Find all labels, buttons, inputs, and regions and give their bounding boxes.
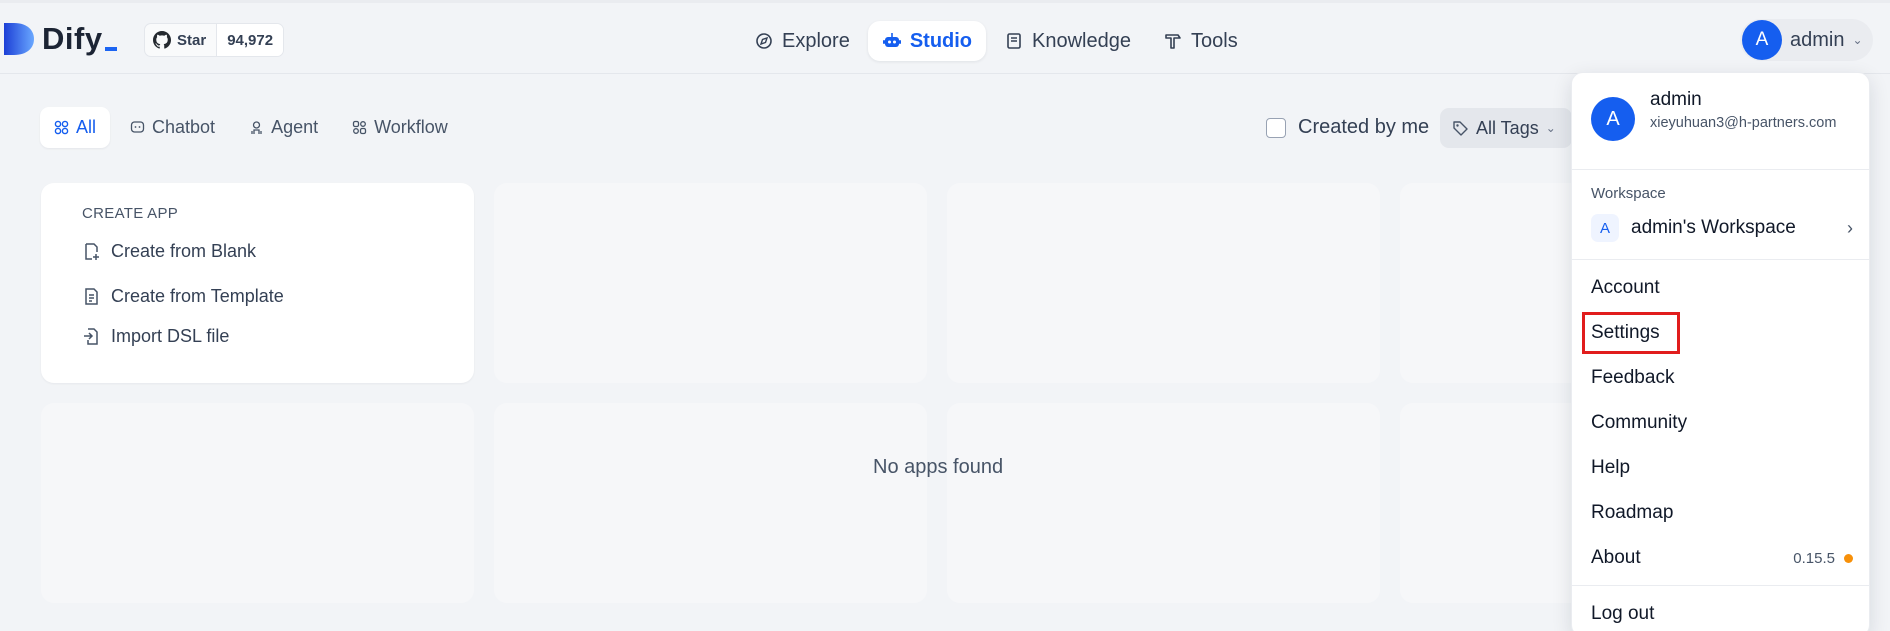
menu-item-account[interactable]: Account (1591, 270, 1853, 306)
workspace-switcher[interactable]: A admin's Workspace › (1591, 212, 1853, 244)
created-by-me-toggle[interactable]: Created by me (1266, 116, 1429, 139)
create-item-label: Create from Blank (111, 241, 257, 261)
account-email: xieyuhuan3@h-partners.com (1650, 115, 1837, 131)
chevron-right-icon: › (1847, 217, 1853, 238)
workspace-label: Workspace (1591, 185, 1666, 202)
app-card-placeholder (41, 403, 474, 603)
workflow-icon (352, 120, 367, 135)
create-from-template-button[interactable]: Create from Template (82, 286, 284, 307)
avatar: A (1742, 20, 1782, 60)
workspace-badge: A (1591, 214, 1619, 242)
menu-item-label: About (1591, 547, 1641, 568)
workspace-name: admin's Workspace (1631, 217, 1796, 238)
menu-item-settings[interactable]: Settings (1582, 312, 1680, 354)
divider (1572, 585, 1869, 586)
main-nav: Explore Studio Knowledge Tools (740, 21, 1252, 61)
tab-label: Chatbot (152, 117, 216, 137)
created-by-me-label: Created by me (1298, 116, 1430, 138)
tags-filter-dropdown[interactable]: All Tags ⌄ (1440, 108, 1572, 148)
tab-workflow[interactable]: Workflow (338, 107, 462, 148)
menu-item-about[interactable]: About 0.15.5 (1591, 540, 1853, 576)
app-card-placeholder (494, 403, 927, 603)
tab-label: Workflow (374, 117, 448, 137)
create-app-card: CREATE APP Create from Blank Create from… (41, 183, 474, 383)
dify-logo[interactable]: Dify (4, 21, 117, 57)
tab-all[interactable]: All (40, 107, 111, 148)
nav-tools[interactable]: Tools (1149, 21, 1252, 61)
tags-label: All Tags (1476, 117, 1539, 138)
tab-chatbot[interactable]: Chatbot (116, 107, 229, 148)
user-menu-trigger[interactable]: A admin ⌄ (1740, 19, 1873, 61)
template-icon (85, 288, 98, 305)
chevron-down-icon: ⌄ (1852, 33, 1863, 47)
file-plus-icon (85, 243, 99, 260)
github-star-label: Star (177, 31, 207, 49)
top-navigation-bar: Dify Star 94,972 Explore Studio Knowledg… (0, 0, 1890, 74)
nav-studio[interactable]: Studio (867, 21, 987, 61)
divider (1572, 169, 1869, 170)
avatar: A (1591, 97, 1635, 141)
menu-item-help[interactable]: Help (1591, 450, 1853, 486)
update-status-dot (1844, 553, 1853, 563)
create-item-label: Create from Template (111, 286, 284, 306)
tab-label: Agent (271, 117, 319, 137)
divider (1572, 259, 1869, 260)
dify-logo-icon (4, 23, 34, 55)
app-type-tabs: All Chatbot Agent Workflow (40, 107, 462, 148)
import-file-icon (84, 328, 98, 345)
github-star-count: 94,972 (216, 24, 284, 56)
menu-item-community[interactable]: Community (1591, 405, 1853, 441)
create-item-label: Import DSL file (111, 326, 230, 346)
empty-state-message: No apps found (873, 456, 1004, 478)
agent-icon (251, 121, 262, 134)
compass-icon (756, 33, 772, 49)
chevron-down-icon: ⌄ (1545, 121, 1556, 135)
import-dsl-button[interactable]: Import DSL file (82, 326, 229, 347)
nav-knowledge[interactable]: Knowledge (990, 21, 1145, 61)
nav-label: Explore (782, 29, 850, 52)
menu-item-logout[interactable]: Log out (1591, 596, 1853, 631)
tab-agent[interactable]: Agent (235, 107, 332, 148)
logo-cursor (104, 47, 117, 51)
nav-explore[interactable]: Explore (740, 21, 864, 61)
create-from-blank-button[interactable]: Create from Blank (82, 241, 256, 262)
account-name: admin (1650, 89, 1702, 110)
tab-label: All (76, 117, 97, 137)
hammer-icon (1165, 34, 1181, 49)
nav-label: Studio (909, 29, 973, 52)
github-icon (153, 31, 171, 49)
menu-item-feedback[interactable]: Feedback (1591, 360, 1853, 396)
nav-label: Tools (1191, 29, 1238, 52)
app-card-placeholder (494, 183, 927, 383)
create-app-title: CREATE APP (82, 205, 179, 222)
user-account-dropdown: A admin xieyuhuan3@h-partners.com Worksp… (1571, 72, 1870, 631)
book-icon (1007, 33, 1021, 49)
robot-icon (882, 33, 901, 47)
version-number: 0.15.5 (1793, 549, 1835, 567)
grid-icon (54, 120, 69, 135)
github-star-button[interactable]: Star 94,972 (144, 23, 285, 57)
nav-label: Knowledge (1032, 29, 1131, 52)
created-by-me-checkbox[interactable] (1266, 117, 1286, 138)
tag-icon (1453, 120, 1468, 136)
menu-item-roadmap[interactable]: Roadmap (1591, 495, 1853, 531)
app-card-placeholder (947, 403, 1380, 603)
brand-name: Dify (42, 21, 103, 56)
chat-bubble-icon (130, 121, 145, 133)
user-name: admin (1790, 28, 1845, 51)
app-card-placeholder (947, 183, 1380, 383)
